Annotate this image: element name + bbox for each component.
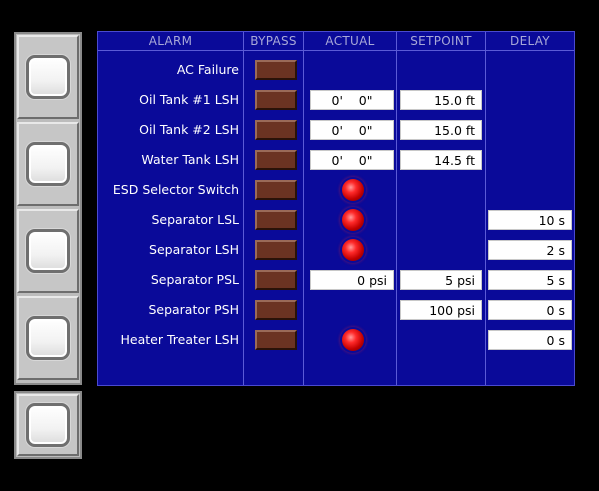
setpoint-field-separator-psh[interactable]: 100 psi	[400, 300, 482, 320]
bypass-button-esd-selector[interactable]	[255, 180, 297, 200]
row-label-heater-treater: Heater Treater LSH	[120, 332, 239, 347]
actual-value-oil-tank-1: 0' 0"	[310, 90, 394, 110]
row-label-oil-tank-2: Oil Tank #2 LSH	[139, 122, 239, 137]
bypass-button-oil-tank-2[interactable]	[255, 120, 297, 140]
softkey-slot-3	[17, 209, 79, 293]
softkey-button-5[interactable]	[26, 403, 70, 447]
softkey-button-4[interactable]	[26, 316, 70, 360]
row-label-water-tank: Water Tank LSH	[141, 152, 239, 167]
row-label-separator-lsh: Separator LSH	[149, 242, 239, 257]
header-delay: DELAY	[510, 34, 550, 48]
bypass-button-separator-psh[interactable]	[255, 300, 297, 320]
bypass-button-separator-lsh[interactable]	[255, 240, 297, 260]
delay-field-separator-lsl[interactable]: 10 s	[488, 210, 572, 230]
alarm-table: ALARM BYPASS ACTUAL SETPOINT DELAY AC Fa…	[97, 31, 575, 386]
header-alarm: ALARM	[148, 34, 193, 48]
row-label-separator-psh: Separator PSH	[148, 302, 239, 317]
header-actual: ACTUAL	[325, 34, 375, 48]
softkey-button-1[interactable]	[26, 55, 70, 99]
header-bypass: BYPASS	[250, 34, 297, 48]
softkey-button-3[interactable]	[26, 229, 70, 273]
actual-value-oil-tank-2: 0' 0"	[310, 120, 394, 140]
delay-field-heater-treater[interactable]: 0 s	[488, 330, 572, 350]
actual-value-separator-psl: 0 psi	[310, 270, 394, 290]
column-divider	[303, 32, 304, 385]
softkey-slot-1	[17, 35, 79, 119]
softkey-panel	[14, 32, 82, 385]
bypass-button-separator-lsl[interactable]	[255, 210, 297, 230]
bypass-button-separator-psl[interactable]	[255, 270, 297, 290]
row-label-ac-failure: AC Failure	[176, 62, 239, 77]
column-divider	[485, 32, 486, 385]
bypass-button-heater-treater[interactable]	[255, 330, 297, 350]
bypass-button-water-tank[interactable]	[255, 150, 297, 170]
softkey-panel-single	[14, 391, 82, 459]
delay-field-separator-psl[interactable]: 5 s	[488, 270, 572, 290]
column-divider	[396, 32, 397, 385]
setpoint-field-water-tank[interactable]: 14.5 ft	[400, 150, 482, 170]
delay-field-separator-psh[interactable]: 0 s	[488, 300, 572, 320]
softkey-slot-2	[17, 122, 79, 206]
column-divider	[243, 32, 244, 385]
header-divider	[98, 50, 574, 51]
setpoint-field-oil-tank-2[interactable]: 15.0 ft	[400, 120, 482, 140]
red-indicator-icon	[342, 329, 364, 351]
setpoint-field-oil-tank-1[interactable]: 15.0 ft	[400, 90, 482, 110]
red-indicator-icon	[342, 179, 364, 201]
row-label-separator-lsl: Separator LSL	[151, 212, 239, 227]
red-indicator-icon	[342, 239, 364, 261]
header-setpoint: SETPOINT	[410, 34, 472, 48]
bypass-button-ac-failure[interactable]	[255, 60, 297, 80]
setpoint-field-separator-psl[interactable]: 5 psi	[400, 270, 482, 290]
actual-value-water-tank: 0' 0"	[310, 150, 394, 170]
row-label-separator-psl: Separator PSL	[150, 272, 239, 287]
row-label-esd-selector: ESD Selector Switch	[112, 182, 239, 197]
bypass-button-oil-tank-1[interactable]	[255, 90, 297, 110]
red-indicator-icon	[342, 209, 364, 231]
row-label-oil-tank-1: Oil Tank #1 LSH	[139, 92, 239, 107]
softkey-slot-4	[17, 296, 79, 380]
delay-field-separator-lsh[interactable]: 2 s	[488, 240, 572, 260]
softkey-slot-5	[17, 394, 79, 456]
softkey-button-2[interactable]	[26, 142, 70, 186]
